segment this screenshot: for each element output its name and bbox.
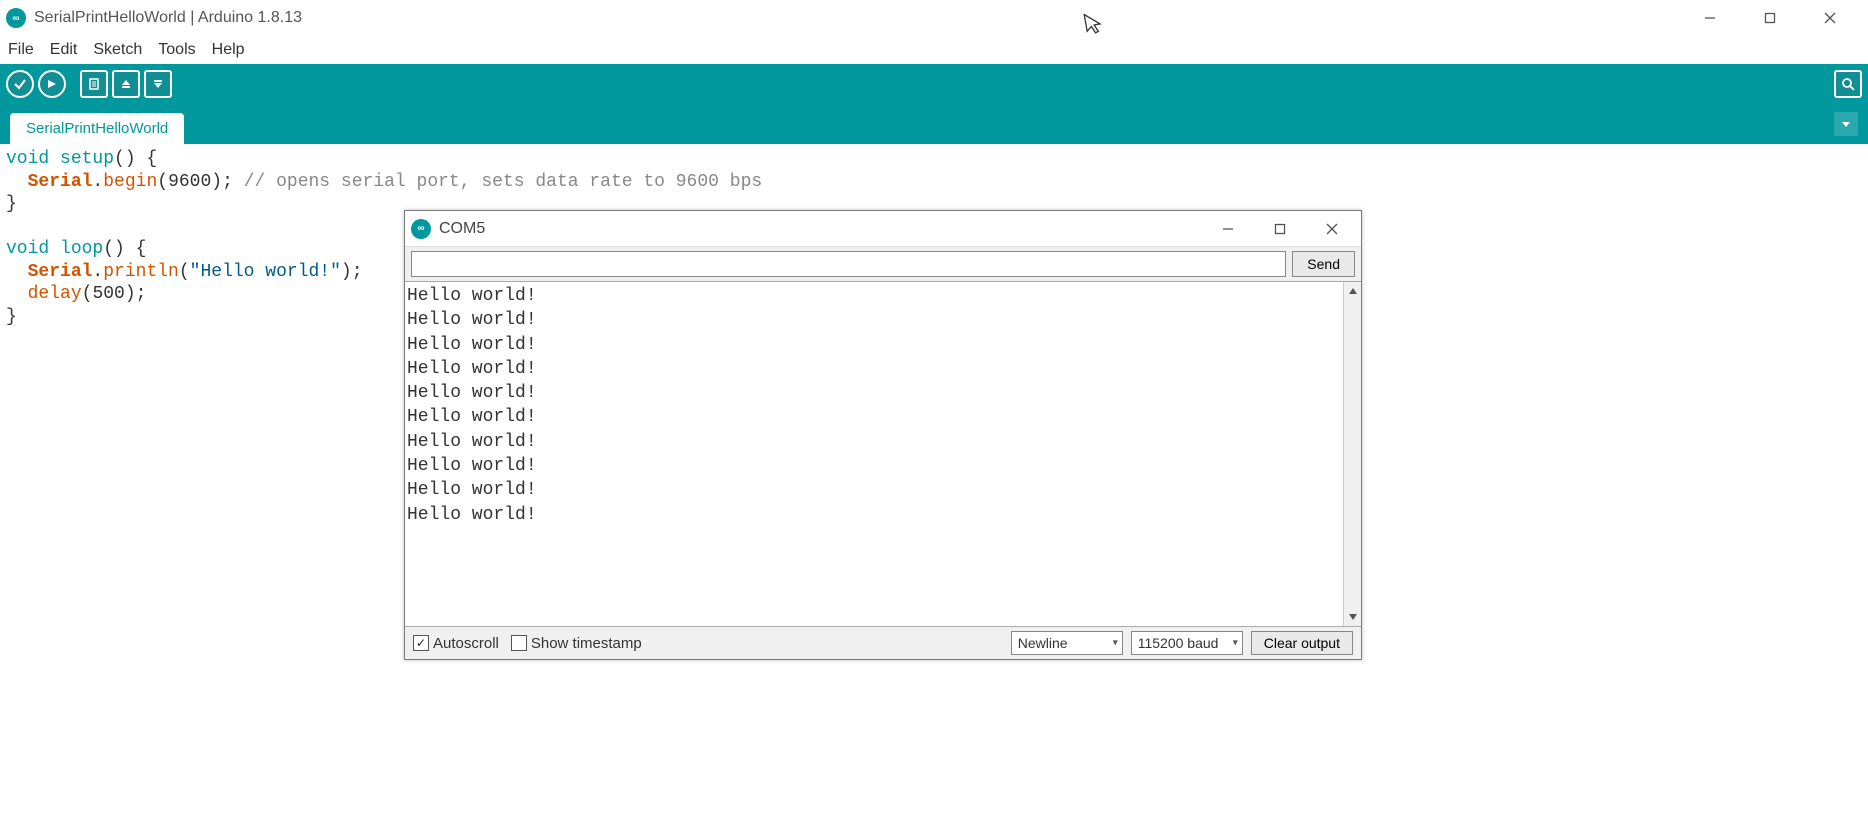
menu-file[interactable]: File	[2, 38, 40, 62]
serial-output[interactable]: Hello world! Hello world! Hello world! H…	[405, 282, 1343, 626]
line-ending-select[interactable]: Newline ▾	[1011, 631, 1123, 655]
menu-sketch[interactable]: Sketch	[87, 38, 148, 62]
code-token: }	[6, 307, 17, 327]
checkbox-icon	[511, 635, 527, 651]
save-sketch-button[interactable]	[144, 70, 172, 98]
arduino-logo-icon: ∞	[411, 219, 431, 239]
verify-button[interactable]	[6, 70, 34, 98]
autoscroll-checkbox[interactable]: ✓ Autoscroll	[413, 635, 499, 652]
code-token: void	[6, 149, 49, 169]
code-token: (	[157, 172, 168, 192]
code-token	[6, 262, 28, 282]
code-token: );	[125, 284, 147, 304]
arduino-logo-icon: ∞	[6, 8, 26, 28]
menu-help[interactable]: Help	[206, 38, 251, 62]
serial-monitor-titlebar[interactable]: ∞ COM5	[405, 211, 1361, 247]
code-token: loop	[49, 239, 103, 259]
serial-input-row: Send	[405, 247, 1361, 281]
window-title: SerialPrintHelloWorld | Arduino 1.8.13	[34, 9, 302, 27]
code-token: void	[6, 239, 49, 259]
serial-send-button[interactable]: Send	[1292, 251, 1355, 277]
sketch-tabbar: SerialPrintHelloWorld	[0, 104, 1868, 144]
code-token: }	[6, 194, 17, 214]
timestamp-checkbox[interactable]: Show timestamp	[511, 635, 642, 652]
code-token: setup	[49, 149, 114, 169]
scroll-up-icon[interactable]	[1344, 282, 1361, 300]
serial-bottom-bar: ✓ Autoscroll Show timestamp Newline ▾ 11…	[405, 627, 1361, 659]
serial-send-input[interactable]	[411, 251, 1286, 277]
tab-menu-dropdown[interactable]	[1834, 112, 1858, 136]
menu-tools[interactable]: Tools	[152, 38, 201, 62]
serial-output-wrap: Hello world! Hello world! Hello world! H…	[405, 281, 1361, 627]
new-sketch-button[interactable]	[80, 70, 108, 98]
serial-monitor-button[interactable]	[1834, 70, 1862, 98]
serial-close-button[interactable]	[1315, 215, 1349, 243]
clear-output-button[interactable]: Clear output	[1251, 631, 1353, 655]
code-token: );	[211, 172, 243, 192]
code-token	[6, 284, 28, 304]
serial-minimize-button[interactable]	[1211, 215, 1245, 243]
code-token: println	[103, 262, 179, 282]
open-sketch-button[interactable]	[112, 70, 140, 98]
chevron-down-icon: ▾	[1233, 638, 1238, 649]
code-token: // opens serial port, sets data rate to …	[244, 172, 762, 192]
upload-button[interactable]	[38, 70, 66, 98]
code-token: delay	[28, 284, 82, 304]
line-ending-value: Newline	[1018, 635, 1068, 651]
baud-select[interactable]: 115200 baud ▾	[1131, 631, 1243, 655]
code-token: "Hello world!"	[190, 262, 341, 282]
close-button[interactable]	[1810, 4, 1850, 32]
serial-monitor-window: ∞ COM5 Send Hello world! Hello world! He…	[404, 210, 1362, 660]
code-token: 500	[92, 284, 124, 304]
minimize-button[interactable]	[1690, 4, 1730, 32]
serial-scrollbar[interactable]	[1343, 282, 1361, 626]
maximize-button[interactable]	[1750, 4, 1790, 32]
menu-edit[interactable]: Edit	[44, 38, 84, 62]
toolbar	[0, 64, 1868, 104]
code-token: );	[341, 262, 363, 282]
code-token: Serial	[28, 262, 93, 282]
code-token: begin	[103, 172, 157, 192]
sketch-tab[interactable]: SerialPrintHelloWorld	[10, 113, 184, 144]
chevron-down-icon: ▾	[1113, 638, 1118, 649]
code-token	[6, 172, 28, 192]
code-token: (	[179, 262, 190, 282]
code-token: Serial	[28, 172, 93, 192]
autoscroll-label: Autoscroll	[433, 635, 499, 652]
serial-maximize-button[interactable]	[1263, 215, 1297, 243]
menubar: File Edit Sketch Tools Help	[0, 36, 1868, 64]
code-token: .	[92, 172, 103, 192]
code-token: () {	[114, 149, 157, 169]
code-token: (	[82, 284, 93, 304]
checkbox-icon: ✓	[413, 635, 429, 651]
code-token: 9600	[168, 172, 211, 192]
main-window-titlebar: ∞ SerialPrintHelloWorld | Arduino 1.8.13	[0, 0, 1868, 36]
scroll-down-icon[interactable]	[1344, 608, 1361, 626]
code-token: .	[92, 262, 103, 282]
baud-value: 115200 baud	[1138, 635, 1219, 651]
timestamp-label: Show timestamp	[531, 635, 642, 652]
serial-monitor-title: COM5	[439, 220, 485, 238]
code-token: () {	[103, 239, 146, 259]
